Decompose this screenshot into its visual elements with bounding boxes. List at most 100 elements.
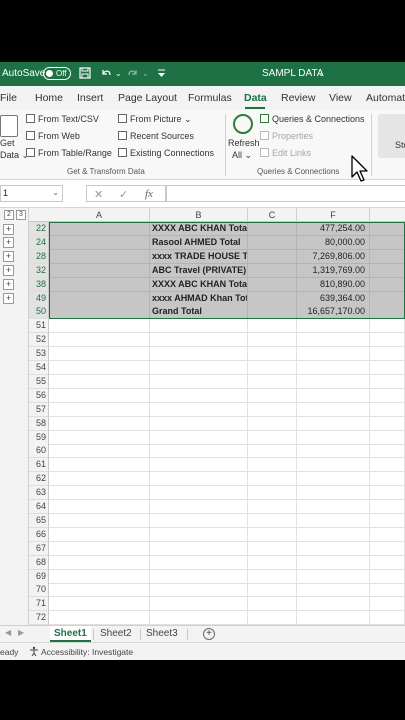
cell[interactable]	[49, 374, 150, 389]
column-header-a[interactable]: A	[49, 208, 150, 222]
cell[interactable]	[248, 249, 297, 264]
cell-amount[interactable]: 80,000.00	[297, 235, 370, 250]
cell[interactable]	[248, 347, 297, 362]
cell[interactable]	[297, 611, 370, 625]
cell[interactable]	[49, 291, 150, 306]
cell[interactable]	[49, 277, 150, 292]
cell[interactable]	[370, 430, 405, 445]
refresh-all-label-1[interactable]: Refresh	[228, 138, 260, 148]
row-number[interactable]: 61	[29, 458, 49, 473]
row-number[interactable]: 24	[29, 235, 49, 250]
accessibility-icon[interactable]	[29, 646, 39, 659]
cell[interactable]	[150, 458, 248, 473]
cell[interactable]	[150, 569, 248, 584]
tab-formulas[interactable]: Formulas	[188, 92, 232, 104]
cell[interactable]	[248, 500, 297, 514]
cell[interactable]	[370, 569, 405, 584]
cell[interactable]	[370, 333, 405, 348]
cell[interactable]	[248, 458, 297, 473]
cell[interactable]	[248, 388, 297, 403]
cell[interactable]	[297, 333, 370, 348]
cell[interactable]	[49, 486, 150, 501]
cell[interactable]	[248, 555, 297, 570]
cell[interactable]	[150, 333, 248, 348]
row-number[interactable]: 72	[29, 611, 49, 625]
expand-group-icon[interactable]: +	[3, 251, 14, 263]
cell[interactable]	[297, 458, 370, 473]
cell[interactable]	[370, 597, 405, 612]
cell[interactable]	[297, 402, 370, 417]
cell-amount[interactable]: 639,364.00	[297, 291, 370, 306]
cell[interactable]	[370, 222, 405, 236]
row-number[interactable]: 50	[29, 305, 49, 320]
cell[interactable]	[297, 430, 370, 445]
cell[interactable]	[49, 555, 150, 570]
cell[interactable]	[370, 305, 405, 320]
cell[interactable]	[370, 347, 405, 362]
cell[interactable]	[49, 222, 150, 236]
undo-dropdown-icon[interactable]: ⌄	[115, 67, 122, 80]
cell[interactable]	[150, 402, 248, 417]
add-sheet-icon[interactable]: +	[203, 628, 215, 640]
cell-amount[interactable]: 810,890.00	[297, 277, 370, 292]
row-number[interactable]: 38	[29, 277, 49, 292]
get-data-label-1[interactable]: Get	[0, 138, 15, 148]
recent-sources-button[interactable]: Recent Sources	[118, 131, 194, 141]
expand-group-icon[interactable]: +	[3, 237, 14, 249]
formula-input[interactable]	[166, 185, 405, 202]
cell[interactable]	[248, 222, 297, 236]
cell-label[interactable]: XXXX ABC KHAN Total	[150, 222, 248, 236]
column-header-c[interactable]: C	[248, 208, 297, 222]
cell[interactable]	[49, 472, 150, 487]
cell[interactable]	[49, 527, 150, 542]
cell[interactable]	[297, 347, 370, 362]
cell[interactable]	[49, 416, 150, 431]
cell[interactable]	[49, 430, 150, 445]
cell[interactable]	[49, 513, 150, 528]
row-number[interactable]: 63	[29, 486, 49, 501]
cell[interactable]	[248, 513, 297, 528]
cancel-icon[interactable]: ✕	[94, 188, 103, 201]
cell[interactable]	[150, 555, 248, 570]
row-number[interactable]: 53	[29, 347, 49, 362]
cell[interactable]	[297, 472, 370, 487]
row-number[interactable]: 68	[29, 555, 49, 570]
cell[interactable]	[248, 235, 297, 250]
cell[interactable]	[49, 388, 150, 403]
cell[interactable]	[248, 527, 297, 542]
cell[interactable]	[297, 597, 370, 612]
cell[interactable]	[297, 416, 370, 431]
cell[interactable]	[150, 527, 248, 542]
cell[interactable]	[297, 583, 370, 598]
expand-group-icon[interactable]: +	[3, 293, 14, 304]
cell[interactable]	[370, 611, 405, 625]
row-number[interactable]: 71	[29, 597, 49, 612]
cell[interactable]	[49, 402, 150, 417]
from-picture-button[interactable]: From Picture ⌄	[118, 114, 192, 125]
row-number[interactable]: 66	[29, 527, 49, 542]
column-header-next[interactable]	[370, 208, 405, 222]
cell[interactable]	[49, 569, 150, 584]
cell-label[interactable]: XXXX ABC KHAN Total	[150, 277, 248, 292]
cell[interactable]	[49, 347, 150, 362]
undo-icon[interactable]	[100, 67, 112, 82]
cell[interactable]	[49, 249, 150, 264]
insert-function-icon[interactable]: fx	[145, 188, 153, 200]
cell[interactable]	[49, 611, 150, 625]
row-number[interactable]: 51	[29, 319, 49, 334]
cell[interactable]	[370, 500, 405, 514]
row-number[interactable]: 32	[29, 263, 49, 278]
cell[interactable]	[248, 291, 297, 306]
cell-label[interactable]: xxxx TRADE HOUSE Total	[150, 249, 248, 264]
scroll-left-icon[interactable]: ◀	[5, 628, 11, 637]
cell[interactable]	[150, 541, 248, 556]
cell[interactable]	[248, 305, 297, 320]
from-text-csv-button[interactable]: From Text/CSV	[26, 114, 99, 124]
cell[interactable]	[150, 597, 248, 612]
cell[interactable]	[370, 361, 405, 375]
tab-view[interactable]: View	[329, 92, 352, 104]
cell[interactable]	[150, 583, 248, 598]
expand-group-icon[interactable]: +	[3, 279, 14, 291]
cell[interactable]	[248, 597, 297, 612]
from-web-button[interactable]: From Web	[26, 131, 80, 141]
